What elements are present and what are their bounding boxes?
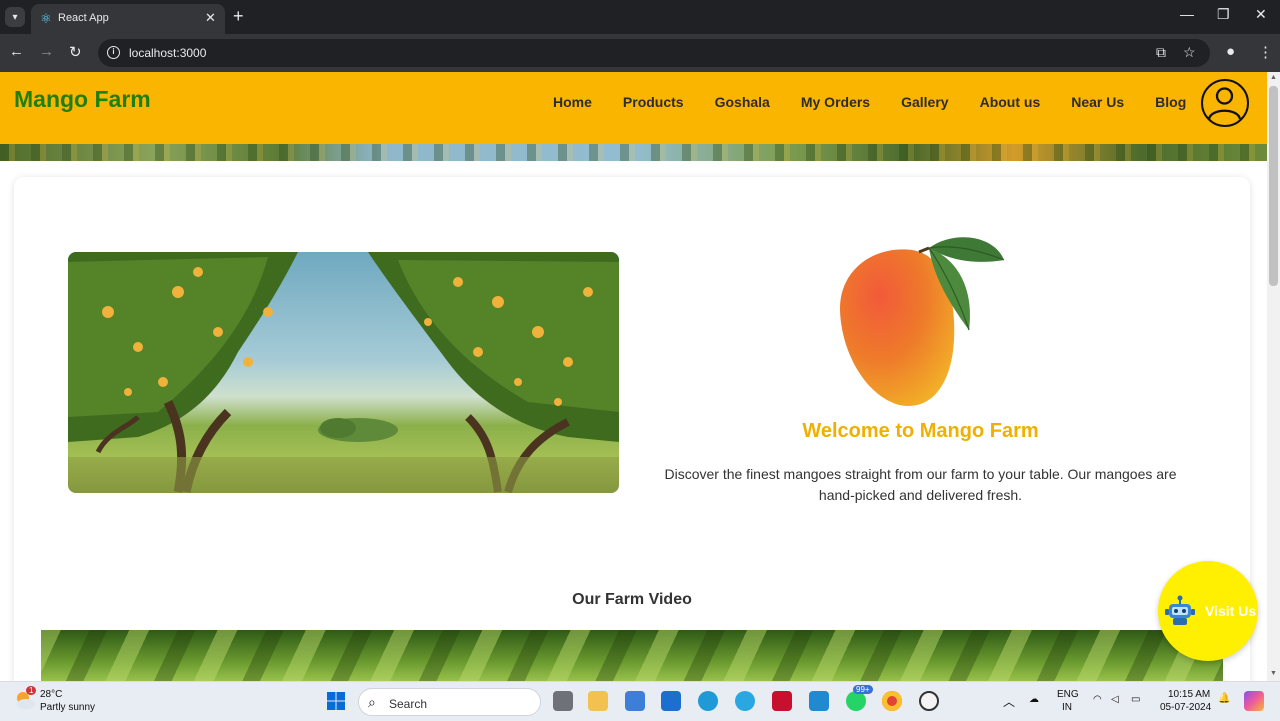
orchard-image bbox=[68, 252, 619, 493]
mcafee-icon[interactable] bbox=[772, 691, 792, 711]
site-info-icon[interactable]: i bbox=[107, 46, 120, 59]
nav-gallery[interactable]: Gallery bbox=[901, 94, 948, 110]
file-explorer-icon[interactable] bbox=[588, 691, 608, 711]
user-profile-icon[interactable] bbox=[1201, 79, 1249, 127]
browser-app-icon[interactable] bbox=[735, 691, 755, 711]
welcome-card: Welcome to Mango Farm Discover the fines… bbox=[14, 177, 1250, 681]
onedrive-icon[interactable]: ☁ bbox=[1029, 694, 1039, 705]
battery-icon[interactable]: ▭ bbox=[1131, 694, 1140, 705]
video-section-title: Our Farm Video bbox=[572, 591, 692, 608]
language-top[interactable]: ENG bbox=[1057, 689, 1079, 700]
restore-icon[interactable]: ❐ bbox=[1217, 6, 1230, 23]
mdp-app-icon[interactable] bbox=[661, 691, 681, 711]
search-label: Search bbox=[389, 697, 428, 711]
main-nav: Home Products Goshala My Orders Gallery … bbox=[553, 94, 1217, 110]
minimize-icon[interactable]: — bbox=[1180, 6, 1194, 22]
url-text[interactable]: localhost:3000 bbox=[129, 46, 206, 60]
robot-icon bbox=[1165, 595, 1195, 625]
farm-video[interactable] bbox=[41, 630, 1223, 681]
visit-us-button[interactable]: Visit Us bbox=[1158, 561, 1258, 661]
brand-logo[interactable]: Mango Farm bbox=[14, 86, 151, 113]
install-app-icon[interactable]: ⧉ bbox=[1156, 44, 1166, 61]
browser-tab-strip: ▾ ⚛ React App ✕ + — ❐ ✕ bbox=[0, 0, 1280, 34]
welcome-description: Discover the finest mangoes straight fro… bbox=[664, 466, 1177, 503]
page-scrollbar[interactable]: ▲ ▼ bbox=[1267, 72, 1280, 681]
weather-icon[interactable]: 1 bbox=[14, 686, 37, 711]
bookmark-star-icon[interactable]: ☆ bbox=[1183, 44, 1196, 61]
browser-tab[interactable]: ⚛ React App ✕ bbox=[31, 4, 225, 34]
tab-search-icon[interactable]: ▾ bbox=[5, 7, 25, 27]
scroll-thumb[interactable] bbox=[1269, 86, 1278, 286]
nav-home[interactable]: Home bbox=[553, 94, 592, 110]
search-icon: ⌕ bbox=[368, 694, 376, 710]
back-icon[interactable]: ← bbox=[9, 43, 24, 60]
welcome-title: Welcome to Mango Farm bbox=[802, 420, 1039, 442]
react-logo-icon: ⚛ bbox=[40, 11, 52, 26]
taskbar-search[interactable]: ⌕ Search bbox=[358, 688, 541, 716]
chrome-icon[interactable] bbox=[882, 691, 902, 711]
language-bottom[interactable]: IN bbox=[1062, 702, 1072, 713]
mango-image bbox=[834, 230, 1009, 410]
browser-toolbar: ← → ↻ i localhost:3000 ⧉ ☆ ● ⋮ bbox=[0, 34, 1280, 72]
whatsapp-icon[interactable]: 99+ bbox=[846, 685, 873, 711]
whatsapp-badge: 99+ bbox=[853, 685, 873, 694]
nav-blog[interactable]: Blog bbox=[1155, 94, 1186, 110]
profile-icon[interactable]: ● bbox=[1226, 43, 1235, 60]
tab-title: React App bbox=[58, 12, 109, 24]
weather-temperature: 28°C bbox=[40, 689, 63, 700]
clock-time[interactable]: 10:15 AM bbox=[1168, 689, 1210, 700]
nav-my-orders[interactable]: My Orders bbox=[801, 94, 870, 110]
app-icon[interactable] bbox=[919, 691, 939, 711]
edge-icon[interactable] bbox=[698, 691, 718, 711]
copilot-icon[interactable] bbox=[1244, 691, 1264, 711]
microsoft-store-icon[interactable] bbox=[625, 691, 645, 711]
nav-products[interactable]: Products bbox=[623, 94, 684, 110]
nav-near-us[interactable]: Near Us bbox=[1071, 94, 1124, 110]
new-tab-icon[interactable]: + bbox=[233, 7, 244, 25]
menu-icon[interactable]: ⋮ bbox=[1258, 43, 1273, 61]
nav-goshala[interactable]: Goshala bbox=[715, 94, 770, 110]
wifi-icon[interactable]: ◠ bbox=[1093, 694, 1102, 705]
reload-icon[interactable]: ↻ bbox=[69, 43, 82, 61]
task-view-icon[interactable] bbox=[553, 691, 573, 711]
scroll-up-icon[interactable]: ▲ bbox=[1270, 74, 1277, 81]
scroll-down-icon[interactable]: ▼ bbox=[1270, 670, 1277, 677]
forward-icon[interactable]: → bbox=[39, 43, 54, 60]
notification-bell-icon[interactable]: 🔔 bbox=[1218, 693, 1230, 704]
start-icon[interactable] bbox=[326, 691, 346, 711]
visit-us-label: Visit Us bbox=[1205, 603, 1257, 619]
site-header: Mango Farm Home Products Goshala My Orde… bbox=[0, 72, 1267, 144]
close-tab-icon[interactable]: ✕ bbox=[205, 10, 216, 26]
banner-image bbox=[0, 144, 1267, 161]
close-window-icon[interactable]: ✕ bbox=[1255, 6, 1267, 23]
nav-about-us[interactable]: About us bbox=[980, 94, 1041, 110]
weather-description: Partly sunny bbox=[40, 702, 96, 713]
vscode-icon[interactable] bbox=[809, 691, 829, 711]
address-bar[interactable]: i localhost:3000 ⧉ ☆ bbox=[98, 39, 1210, 67]
volume-icon[interactable]: ◁ bbox=[1111, 694, 1119, 705]
taskbar: 1 28°C Partly sunny ⌕ Search 99+ ︿ ☁ ENG… bbox=[0, 681, 1280, 721]
clock-date[interactable]: 05-07-2024 bbox=[1160, 702, 1211, 713]
page-viewport: Mango Farm Home Products Goshala My Orde… bbox=[0, 72, 1267, 681]
show-hidden-icons[interactable]: ︿ bbox=[1003, 693, 1015, 710]
